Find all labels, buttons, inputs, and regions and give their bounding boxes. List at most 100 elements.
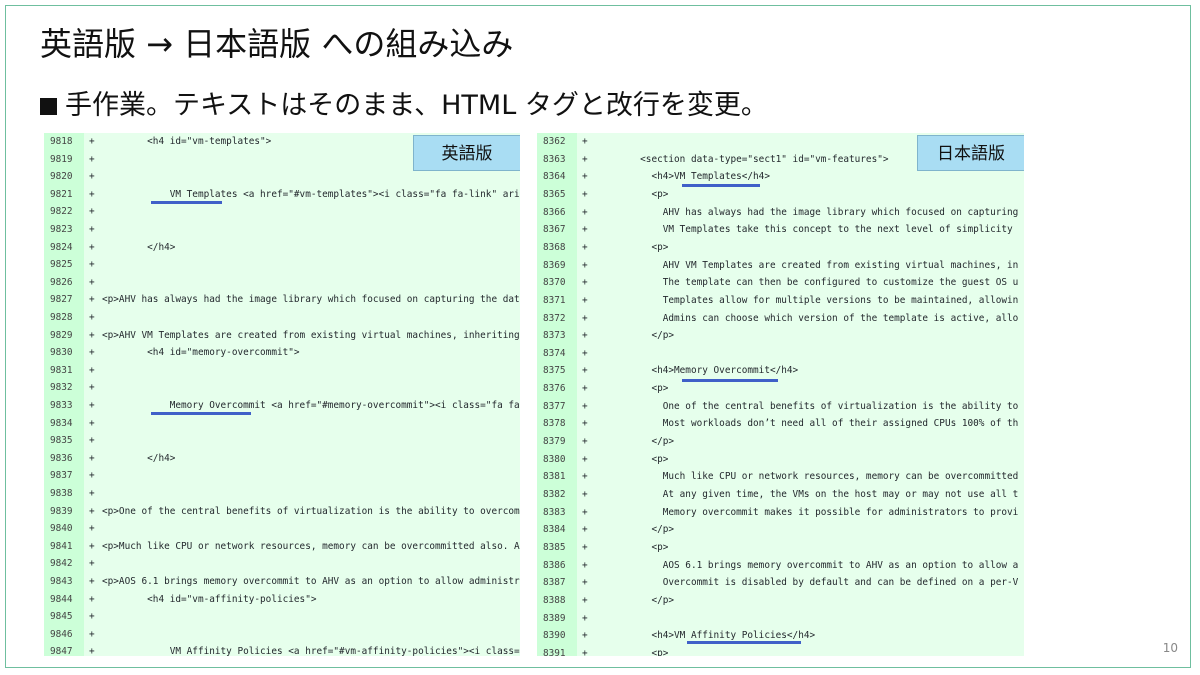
code-text: </p> [595, 524, 675, 536]
english-version-label: 英語版 [413, 135, 520, 171]
code-text: <p> [595, 647, 669, 656]
added-line-marker: + [89, 417, 95, 429]
diff-line: 9846 + [44, 626, 520, 644]
added-line-marker: + [582, 471, 588, 483]
line-number: 9819 [50, 153, 73, 165]
added-line-marker: + [89, 488, 95, 499]
added-line-marker: + [582, 383, 588, 395]
diff-line: 9838 + [44, 485, 520, 503]
diff-line: 9826 + [44, 274, 520, 292]
added-line-marker: + [89, 558, 95, 570]
added-line-marker: + [89, 206, 95, 218]
code-text: <h4 id="memory-overcommit"> [102, 347, 300, 359]
line-number: 9837 [50, 470, 73, 482]
diff-line: 9821 + VM Templates <a href="#vm-template… [44, 186, 520, 204]
diff-line: 8373 + </p> [537, 327, 1024, 345]
line-number: 9847 [50, 646, 73, 656]
line-number: 8367 [543, 224, 566, 236]
added-line-marker: + [89, 188, 95, 200]
diff-line: 9823 + [44, 221, 520, 239]
line-number: 8366 [543, 206, 566, 218]
code-text: AOS 6.1 brings memory overcommit to AHV … [595, 559, 1019, 571]
added-line-marker: + [582, 330, 588, 342]
code-text: VM Affinity Policies <a href="#vm-affini… [102, 646, 520, 656]
line-number: 8372 [543, 312, 566, 324]
line-number: 9825 [50, 259, 73, 271]
line-number: 9826 [50, 276, 73, 288]
added-line-marker: + [582, 206, 588, 218]
diff-line: 8386 + AOS 6.1 brings memory overcommit t… [537, 557, 1024, 575]
added-line-marker: + [89, 294, 95, 306]
code-text: Much like CPU or network resources, memo… [595, 471, 1019, 483]
line-number: 9827 [50, 294, 73, 306]
line-number: 9845 [50, 611, 73, 623]
added-line-marker: + [89, 364, 95, 376]
added-line-marker: + [582, 647, 588, 656]
added-line-marker: + [582, 630, 588, 642]
added-line-marker: + [89, 470, 95, 482]
highlight-underline-vm-templates [682, 184, 760, 187]
highlight-underline-memory-overcommit [682, 379, 778, 382]
line-number: 9824 [50, 241, 73, 253]
line-number: 8375 [543, 365, 566, 377]
line-number: 8363 [543, 153, 566, 165]
diff-line: 8382 + At any given time, the VMs on the … [537, 486, 1024, 504]
line-number: 8379 [543, 436, 566, 448]
line-number: 8374 [543, 347, 566, 359]
added-line-marker: + [582, 294, 588, 306]
added-line-marker: + [582, 365, 588, 377]
added-line-marker: + [89, 382, 95, 394]
line-number: 9841 [50, 540, 73, 552]
line-number: 8371 [543, 294, 566, 306]
code-text: Admins can choose which version of the t… [595, 312, 1019, 324]
added-line-marker: + [582, 577, 588, 589]
line-number: 9840 [50, 523, 73, 535]
line-number: 8373 [543, 330, 566, 342]
diff-line: 8372 + Admins can choose which version of… [537, 310, 1024, 328]
code-text: </p> [595, 594, 675, 606]
diff-line: 8379 + </p> [537, 433, 1024, 451]
added-line-marker: + [89, 312, 95, 323]
code-text: <p> [595, 541, 669, 553]
code-text: At any given time, the VMs on the host m… [595, 489, 1019, 500]
page-number: 10 [1162, 641, 1178, 655]
added-line-marker: + [89, 224, 95, 235]
diff-line: 8381 + Much like CPU or network resources… [537, 468, 1024, 486]
diff-line: 9834 + [44, 415, 520, 433]
line-number: 9844 [50, 593, 73, 605]
diff-line: 8370 + The template can then be configure… [537, 274, 1024, 292]
line-number: 8382 [543, 489, 566, 500]
diff-line: 8385 + <p> [537, 539, 1024, 557]
code-text: </h4> [102, 241, 176, 253]
line-number: 9821 [50, 188, 73, 200]
diff-line: 8378 + Most workloads don’t need all of t… [537, 415, 1024, 433]
code-text: <p>One of the central benefits of virtua… [102, 505, 520, 517]
added-line-marker: + [89, 276, 95, 288]
line-number: 8383 [543, 506, 566, 518]
slide-title: 英語版 → 日本語版 への組み込み [40, 25, 514, 63]
diff-line: 9825 + [44, 256, 520, 274]
diff-line: 9831 + [44, 362, 520, 380]
bullet-line: 手作業。テキストはそのまま、HTML タグと改行を変更。 [40, 88, 768, 124]
line-number: 9838 [50, 488, 73, 499]
diff-line: 8365 + <p> [537, 186, 1024, 204]
diff-line: 9835 + [44, 432, 520, 450]
diff-line: 8377 + One of the central benefits of vir… [537, 398, 1024, 416]
diff-line: 9829 + <p>AHV VM Templates are created fro… [44, 327, 520, 345]
line-number: 8380 [543, 453, 566, 465]
added-line-marker: + [582, 136, 588, 147]
code-text: Overcommit is disabled by default and ca… [595, 577, 1019, 589]
diff-line: 8388 + </p> [537, 592, 1024, 610]
diff-line: 9828 + [44, 309, 520, 327]
line-number: 9818 [50, 136, 73, 147]
diff-line: 8366 + AHV has always had the image libra… [537, 204, 1024, 222]
diff-line: 8383 + Memory overcommit makes it possibl… [537, 504, 1024, 522]
added-line-marker: + [89, 646, 95, 656]
code-text: <p> [595, 241, 669, 253]
diff-line: 9832 + [44, 379, 520, 397]
line-number: 9834 [50, 417, 73, 429]
diff-line: 8380 + <p> [537, 451, 1024, 469]
code-text: <h4 id="vm-affinity-policies"> [102, 593, 317, 605]
line-number: 9843 [50, 576, 73, 587]
diff-line: 9824 + </h4> [44, 239, 520, 257]
